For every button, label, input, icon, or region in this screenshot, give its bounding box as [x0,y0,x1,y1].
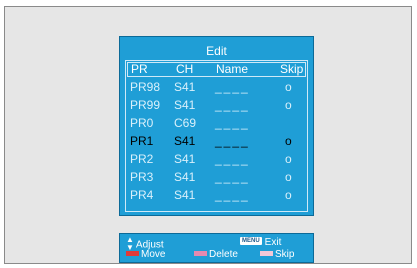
channel-row[interactable]: PR4 S41 ____ o [126,187,307,205]
pink-key-icon [194,250,207,256]
channel-ch: S41 [174,80,196,94]
channel-row[interactable]: PR99 S41 ____ o [126,97,307,115]
channel-skip: o [285,152,292,166]
channel-name: ____ [215,80,250,94]
channel-name: ____ [215,170,250,184]
channel-name: ____ [215,116,250,130]
screen-frame: Edit PR CH Name Skip PR98 S41 ____ o PR99 S41… [4,6,412,264]
channel-name: ____ [215,134,250,148]
column-header-ch: CH [176,62,194,76]
channel-ch: S41 [174,98,196,112]
channel-ch: S41 [174,152,196,166]
help-bar: ▲ ▼ Adjust MENU Exit Move Delete Skip [119,233,314,263]
column-header-name: Name [216,62,249,76]
channel-pr: PR99 [130,98,161,112]
exit-label: Exit [264,237,282,248]
channel-list: PR CH Name Skip PR98 S41 ____ o PR99 S41 ____ o… [125,60,308,212]
channel-row[interactable]: PR98 S41 ____ o [126,79,307,97]
edit-menu-panel: Edit PR CH Name Skip PR98 S41 ____ o PR99 S41… [119,36,314,216]
menu-title: Edit [206,44,227,58]
channel-skip: o [285,134,292,148]
channel-name: ____ [215,98,250,112]
skip-hint: Skip [260,249,294,260]
channel-skip: o [285,98,292,112]
skip-label: Skip [275,249,295,260]
channel-ch: S41 [174,134,196,148]
channel-skip: o [285,170,292,184]
red-key-icon [126,250,139,256]
menu-key-icon: MENU [240,237,262,246]
column-header-pr: PR [131,62,148,76]
exit-hint: MENU Exit [240,237,281,248]
channel-row[interactable]: PR0 C69 ____ [126,115,307,133]
channel-name: ____ [215,188,250,202]
channel-skip: o [285,188,292,202]
channel-pr: PR0 [130,116,154,130]
channel-name: ____ [215,152,250,166]
channel-row[interactable]: PR1 S41 ____ o [126,133,307,151]
channel-pr: PR2 [130,152,154,166]
light-pink-key-icon [260,250,273,256]
channel-pr: PR3 [130,170,154,184]
channel-ch: S41 [174,188,196,202]
channel-row[interactable]: PR3 S41 ____ o [126,169,307,187]
channel-row[interactable]: PR2 S41 ____ o [126,151,307,169]
delete-label: Delete [209,249,238,260]
column-header-skip: Skip [280,62,304,76]
move-label: Move [141,249,166,260]
delete-hint: Delete [194,249,238,260]
channel-pr: PR98 [130,80,161,94]
channel-pr: PR4 [130,188,154,202]
channel-pr: PR1 [130,134,154,148]
list-header: PR CH Name Skip [127,62,306,77]
channel-ch: S41 [174,170,196,184]
channel-skip: o [285,80,292,94]
move-hint: Move [126,249,165,260]
channel-ch: C69 [174,116,197,130]
